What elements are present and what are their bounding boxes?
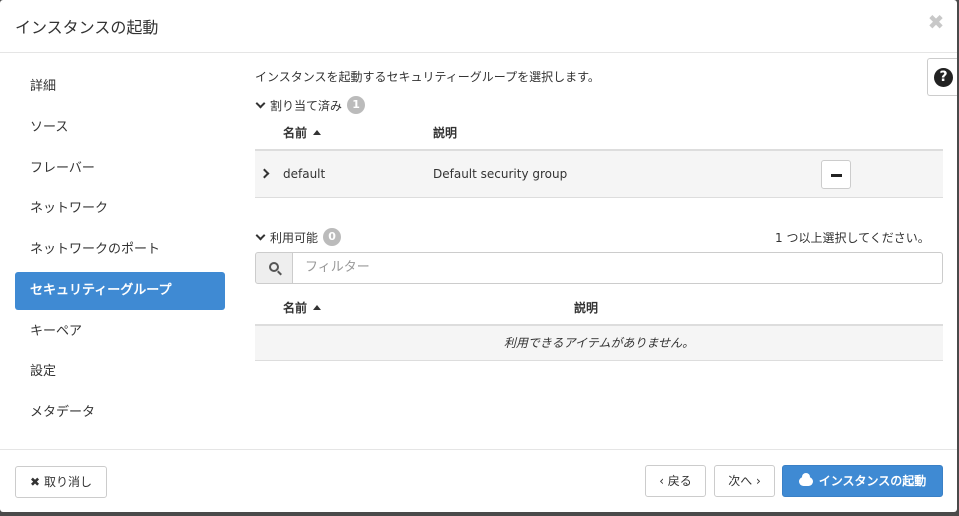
modal-footer: ✖ 取り消し ‹ 戻る 次へ › インスタンスの起動 <box>0 449 957 512</box>
close-icon[interactable]: ✖ <box>926 10 946 34</box>
sidebar-item-flavor[interactable]: フレーバー <box>15 150 225 188</box>
sidebar-item-security-groups[interactable]: セキュリティーグループ <box>15 272 225 310</box>
cancel-label: 取り消し <box>44 475 93 489</box>
chevron-down-icon <box>255 98 266 109</box>
question-circle-icon: ? <box>934 68 953 87</box>
close-icon: ✖ <box>29 475 41 489</box>
allocated-name-header[interactable]: 名前 <box>283 124 322 141</box>
allocated-name-header-label: 名前 <box>283 126 308 140</box>
sidebar-item-network-ports[interactable]: ネットワークのポート <box>15 231 225 269</box>
available-section-toggle[interactable]: 利用可能 0 <box>255 228 342 246</box>
modal-header: インスタンスの起動 ✖ <box>0 0 957 53</box>
available-name-header-label: 名前 <box>283 301 308 315</box>
launch-instance-modal: インスタンスの起動 ✖ 詳細 ソース フレーバー ネットワーク ネットワークのポ… <box>0 0 957 512</box>
sort-ascending-icon <box>313 305 322 310</box>
empty-table-message: 利用できるアイテムがありません。 <box>255 326 943 360</box>
available-count-badge: 0 <box>323 228 342 246</box>
selection-hint: 1 つ以上選択してください。 <box>775 231 930 245</box>
filter-input[interactable]: フィルター <box>292 252 943 284</box>
next-button[interactable]: 次へ › <box>714 465 775 497</box>
sidebar-item-configuration[interactable]: 設定 <box>15 353 225 391</box>
security-group-description: Default security group <box>433 167 568 181</box>
security-group-name: default <box>283 167 326 181</box>
help-button[interactable]: ? <box>927 58 957 96</box>
allocated-row-divider <box>255 197 943 198</box>
table-row: default Default security group <box>255 151 943 197</box>
sidebar-item-metadata[interactable]: メタデータ <box>15 394 225 432</box>
available-row-divider <box>255 360 943 361</box>
available-heading: 利用可能 <box>270 230 319 245</box>
modal-title: インスタンスの起動 <box>15 18 159 37</box>
sidebar-item-details[interactable]: 詳細 <box>15 68 225 106</box>
sidebar-item-network[interactable]: ネットワーク <box>15 190 225 228</box>
allocated-count-badge: 1 <box>347 96 366 114</box>
allocated-section-toggle[interactable]: 割り当て済み 1 <box>255 96 366 114</box>
filter-addon <box>255 252 293 284</box>
chevron-down-icon <box>255 230 266 241</box>
search-icon-handle <box>277 270 282 276</box>
minus-icon <box>831 174 842 177</box>
sidebar-item-source[interactable]: ソース <box>15 109 225 147</box>
cloud-upload-icon <box>798 473 813 486</box>
chevron-right-icon[interactable] <box>259 168 270 179</box>
remove-button[interactable] <box>821 160 851 189</box>
sidebar-item-key-pair[interactable]: キーペア <box>15 313 225 351</box>
step-description: インスタンスを起動するセキュリティーグループを選択します。 <box>255 70 600 84</box>
allocated-heading: 割り当て済み <box>270 98 343 113</box>
sort-ascending-icon <box>313 130 322 135</box>
available-name-header[interactable]: 名前 <box>283 299 322 316</box>
allocated-description-header: 説明 <box>433 126 458 140</box>
launch-instance-button[interactable]: インスタンスの起動 <box>782 465 943 497</box>
cancel-button[interactable]: ✖ 取り消し <box>15 466 107 498</box>
available-description-header: 説明 <box>574 301 599 315</box>
launch-instance-label: インスタンスの起動 <box>818 474 927 488</box>
back-button[interactable]: ‹ 戻る <box>645 465 706 497</box>
